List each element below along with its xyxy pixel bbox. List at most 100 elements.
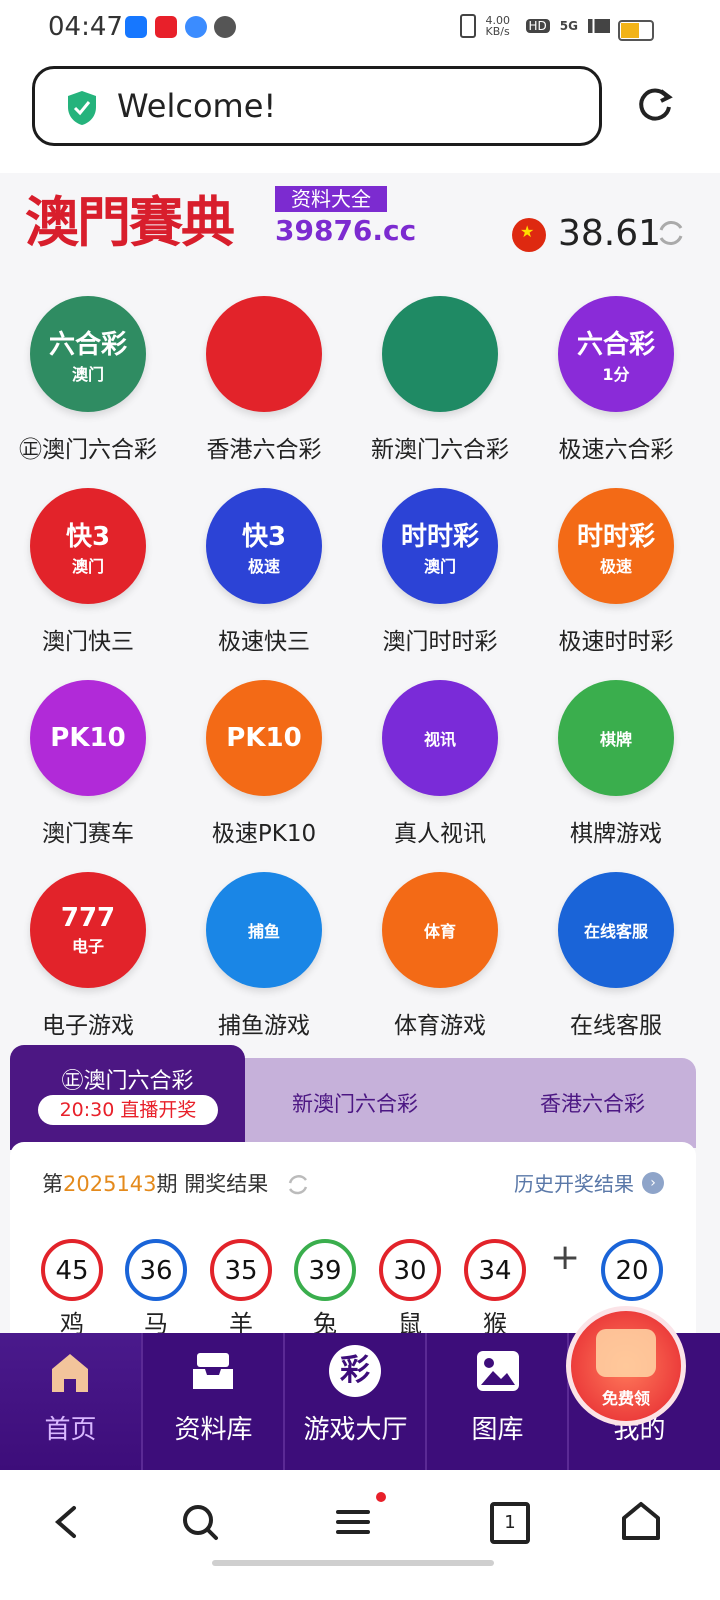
game-icon-text: 时时彩 (576, 521, 655, 552)
game-tile-label: 澳门快三 (42, 629, 134, 655)
refresh-results-icon[interactable] (285, 1174, 311, 1196)
game-tile[interactable]: 快3 极速 极速快三 (176, 488, 352, 673)
game-tile[interactable]: 时时彩 澳门 澳门时时彩 (352, 488, 528, 673)
red-app-notification-icon (155, 16, 177, 38)
battery-level (621, 23, 639, 38)
game-icon: 在线客服 (558, 872, 674, 988)
tabs-button[interactable]: 1 (490, 1502, 530, 1544)
draw-period: 第2025143期 開奖结果 (42, 1168, 311, 1198)
game-tile[interactable]: 六合彩 1分极速六合彩 (528, 296, 704, 481)
game-icon: 六合彩 澳门 (30, 296, 146, 412)
game-icon-subtext: 极速 (599, 556, 632, 576)
hd-badge: HD (525, 19, 550, 33)
result-ball: 34 (464, 1239, 526, 1301)
game-tile-label: 捕鱼游戏 (218, 1013, 310, 1039)
plus-sign: + (550, 1237, 581, 1278)
net-speed: 4.00 KB/s (485, 14, 511, 38)
game-icon: 体育 (382, 872, 498, 988)
back-icon[interactable] (52, 1504, 80, 1540)
game-icon: 六合彩 1分 (558, 296, 674, 412)
history-results-link[interactable]: 历史开奖结果 › (514, 1168, 664, 1197)
game-tile[interactable]: 777 电子电子游戏 (0, 872, 176, 1057)
game-tile[interactable]: 体育 体育游戏 (352, 872, 528, 1057)
game-tile-label: 在线客服 (570, 1013, 662, 1039)
game-icon-subtext: 体育 (423, 922, 456, 941)
game-tile[interactable]: 在线客服 在线客服 (528, 872, 704, 1057)
tab-hongkong-mark-six[interactable]: 香港六合彩 (540, 1088, 645, 1118)
game-icon-text: 快3 (241, 521, 287, 552)
game-tile[interactable]: 快3 澳门 澳门快三 (0, 488, 176, 673)
logo-domain: 39876.cc (275, 214, 417, 247)
address-bar[interactable]: Welcome! (32, 66, 602, 146)
game-icon-subtext: 捕鱼 (247, 922, 280, 941)
status-bar: 04:47 4.00 KB/s HD 5G (0, 0, 720, 58)
nav-game-hall-label: 游戏大厅 (303, 1415, 408, 1445)
game-icon: PK10 (30, 680, 146, 796)
nav-home[interactable]: 首页 (0, 1333, 141, 1470)
game-tile[interactable]: 新澳门六合彩 (352, 296, 528, 481)
game-icon-subtext: 在线客服 (583, 922, 648, 941)
tab-label: ㊣澳门六合彩 (61, 1069, 194, 1094)
image-icon (477, 1351, 519, 1391)
game-tile-label: 新澳门六合彩 (371, 437, 509, 463)
lottery-badge-icon: 彩 (329, 1345, 381, 1397)
logo-sub-text: 资料大全 (275, 186, 387, 212)
game-icon-text: 六合彩 (576, 329, 655, 360)
history-label: 历史开奖结果 (514, 1172, 634, 1196)
red-envelope-icon (596, 1329, 656, 1377)
refresh-balance-icon[interactable] (656, 218, 686, 248)
system-nav-bar: 1 (0, 1470, 720, 1600)
red-packet-float-button[interactable]: 免费领 (566, 1306, 686, 1426)
game-tile-label: 香港六合彩 (206, 437, 322, 463)
game-icon-subtext: 电子 (71, 937, 104, 956)
status-indicators: 4.00 KB/s HD 5G (459, 14, 610, 38)
game-tile-label: 真人视讯 (394, 821, 486, 847)
game-tile-label: 澳门赛车 (42, 821, 134, 847)
period-suffix: 期 開奖结果 (156, 1172, 269, 1196)
game-icon: 时时彩 澳门 (382, 488, 498, 604)
vibrate-icon (459, 14, 476, 38)
game-icon-subtext: 澳门 (423, 556, 456, 576)
search-icon[interactable] (180, 1502, 220, 1542)
chevron-right-icon: › (642, 1171, 664, 1194)
game-tile[interactable]: 六合彩 澳门㊣澳门六合彩 (0, 296, 176, 481)
gesture-home-bar (212, 1560, 494, 1566)
game-tile[interactable]: 棋牌 棋牌游戏 (528, 680, 704, 865)
game-tile-label: ㊣澳门六合彩 (19, 437, 157, 463)
game-tile[interactable]: 视讯 真人视讯 (352, 680, 528, 865)
game-tile-label: 电子游戏 (42, 1013, 134, 1039)
game-icon-subtext: 视讯 (423, 730, 456, 749)
link-notification-icon (214, 16, 236, 38)
tab-macau-mark-six[interactable]: ㊣澳门六合彩 20:30 直播开奖 (10, 1045, 245, 1150)
game-tile-label: 极速六合彩 (558, 437, 674, 463)
game-tile[interactable]: PK10 澳门赛车 (0, 680, 176, 865)
period-number: 2025143 (63, 1172, 157, 1196)
result-ball: 30 (379, 1239, 441, 1301)
game-tile[interactable]: 捕鱼 捕鱼游戏 (176, 872, 352, 1057)
nav-gallery-label: 图库 (471, 1415, 524, 1445)
nav-game-hall[interactable]: 彩 游戏大厅 (285, 1333, 426, 1470)
special-ball: 20 (601, 1239, 663, 1301)
game-tile[interactable]: 时时彩极速极速时时彩 (528, 488, 704, 673)
game-icon-text: PK10 (226, 723, 302, 753)
red-packet-label: 免费领 (601, 1389, 650, 1408)
game-icon-text: 六合彩 (48, 329, 127, 360)
battery-icon (618, 20, 654, 41)
draw-results-card: 第2025143期 開奖结果 历史开奖结果 › 45 鸡 36 马 35 羊 39 兔 30 鼠 3… (10, 1142, 696, 1342)
game-icon-text: 时时彩 (400, 521, 479, 552)
game-tile-label: 极速时时彩 (558, 629, 674, 655)
menu-icon[interactable] (334, 1502, 374, 1542)
game-tile[interactable]: 香港六合彩 (176, 296, 352, 481)
nav-gallery[interactable]: 图库 (427, 1333, 568, 1470)
home-outline-icon[interactable] (620, 1500, 662, 1542)
game-tile-label: 极速快三 (218, 629, 310, 655)
china-flag-icon: ★ (512, 218, 546, 252)
nav-database[interactable]: 资料库 (143, 1333, 284, 1470)
reload-icon[interactable] (635, 85, 675, 125)
game-icon (382, 296, 498, 412)
game-tile[interactable]: PK10 极速PK10 (176, 680, 352, 865)
game-icon-subtext: 澳门 (71, 556, 104, 576)
game-icon: 777 电子 (30, 872, 146, 988)
result-ball: 35 (210, 1239, 272, 1301)
tab-new-macau-mark-six[interactable]: 新澳门六合彩 (292, 1088, 418, 1118)
